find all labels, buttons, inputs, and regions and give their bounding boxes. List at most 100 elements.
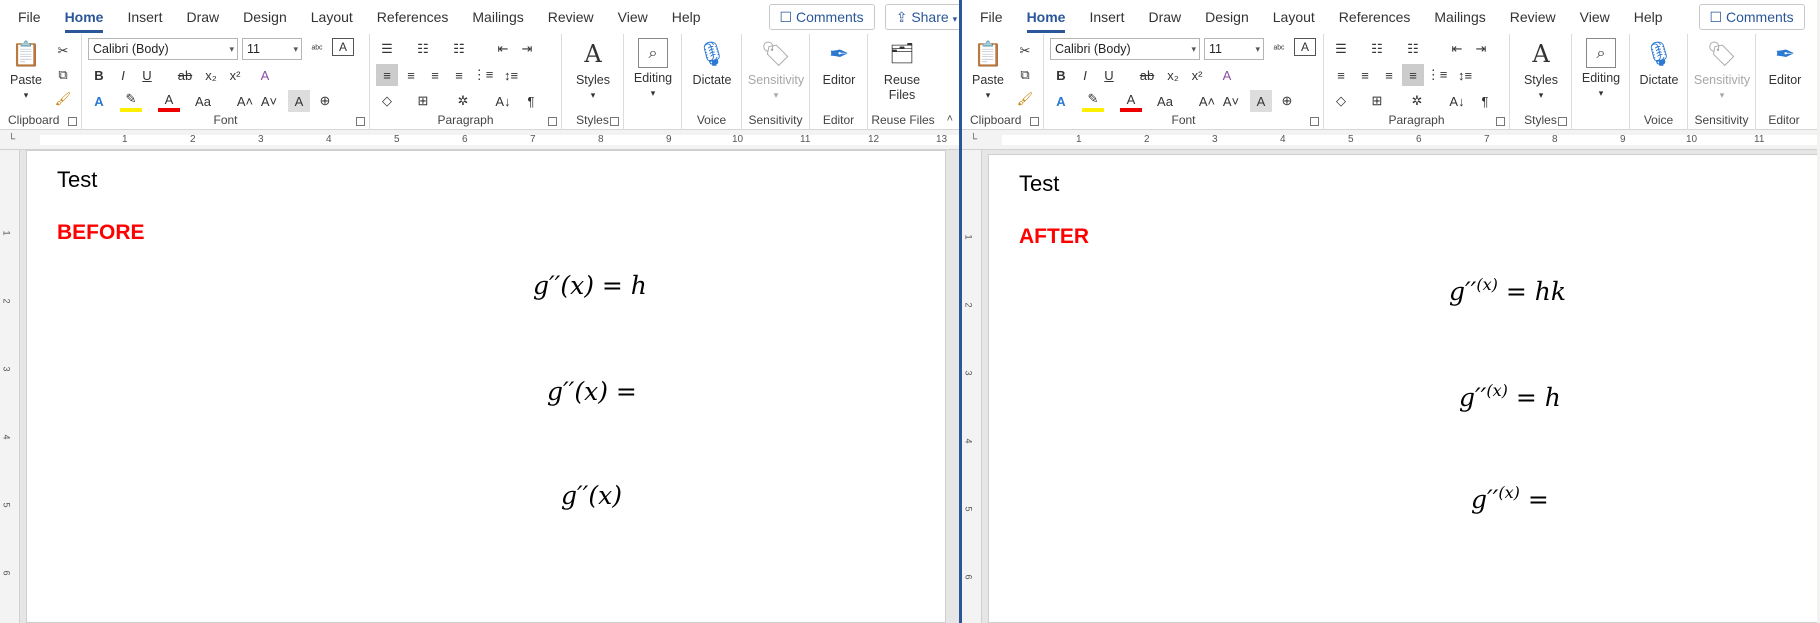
tab-review[interactable]: Review xyxy=(1498,0,1568,34)
bullets-icon[interactable]: ☰ xyxy=(376,38,398,60)
borders-icon[interactable]: ⊞ xyxy=(1366,90,1388,112)
sensitivity-button[interactable]: 🏷 Sensitivity ▾ xyxy=(744,38,808,103)
sort-icon[interactable]: A↓ xyxy=(1446,90,1468,112)
tab-view[interactable]: View xyxy=(1568,0,1622,34)
text-box-icon[interactable]: A xyxy=(332,38,354,56)
reuse-files-button[interactable]: 🗂 Reuse Files xyxy=(874,38,930,103)
bold-icon[interactable]: B xyxy=(1050,64,1072,86)
clear-formatting-icon[interactable]: A xyxy=(1216,64,1238,86)
tab-file[interactable]: File xyxy=(6,0,53,34)
font-color-icon[interactable]: A xyxy=(158,90,180,112)
numbering-icon[interactable]: ☷ xyxy=(1366,38,1388,60)
asian-layout-icon[interactable]: ✲ xyxy=(452,90,474,112)
decrease-indent-icon[interactable]: ⇤ xyxy=(1446,38,1468,60)
tab-mailings[interactable]: Mailings xyxy=(460,0,535,34)
strikethrough-icon[interactable]: ab xyxy=(1136,64,1158,86)
horizontal-ruler[interactable]: └ 1 2 3 4 5 6 7 8 9 10 11 12 13 xyxy=(0,130,959,150)
clear-formatting-icon[interactable]: A xyxy=(254,64,276,86)
tab-help[interactable]: Help xyxy=(1622,0,1675,34)
tab-insert[interactable]: Insert xyxy=(1077,0,1136,34)
collapse-ribbon-icon[interactable]: ˄ xyxy=(947,113,953,125)
increase-indent-icon[interactable]: ⇥ xyxy=(516,38,538,60)
strikethrough-icon[interactable]: ab xyxy=(174,64,196,86)
sensitivity-button[interactable]: 🏷 Sensitivity ▾ xyxy=(1690,38,1754,103)
distributed-icon[interactable]: ⋮≡ xyxy=(1426,64,1448,86)
align-right-icon[interactable]: ≡ xyxy=(1378,64,1400,86)
italic-icon[interactable]: I xyxy=(112,64,134,86)
font-size-menu-icon[interactable]: Aa xyxy=(192,90,214,112)
document-page[interactable]: Test BEFORE g′′(x) = h g′′(x) = g′′(x) xyxy=(26,150,946,623)
tab-home[interactable]: Home xyxy=(53,0,116,34)
superscript-icon[interactable]: x² xyxy=(1186,64,1208,86)
align-center-icon[interactable]: ≡ xyxy=(1354,64,1376,86)
change-case-icon[interactable]: ᵃᵇᶜ xyxy=(1268,38,1290,60)
editing-button[interactable]: ⌕ Editing ▾ xyxy=(1576,38,1626,101)
tab-layout[interactable]: Layout xyxy=(299,0,365,34)
show-marks-icon[interactable]: ¶ xyxy=(520,90,542,112)
styles-button[interactable]: A Styles ▾ xyxy=(1518,38,1564,103)
dictate-button[interactable]: 🎙 Dictate xyxy=(687,38,737,88)
subscript-icon[interactable]: x₂ xyxy=(200,64,222,86)
paragraph-launcher-icon[interactable] xyxy=(548,117,557,126)
underline-icon[interactable]: U xyxy=(136,64,158,86)
shading-icon[interactable]: ◇ xyxy=(376,90,398,112)
cut-icon[interactable]: ✂ xyxy=(52,40,74,62)
tab-selector-icon[interactable]: └ xyxy=(8,134,20,146)
bullets-icon[interactable]: ☰ xyxy=(1330,38,1352,60)
equation-1[interactable]: g′′(x) = hk xyxy=(1449,275,1566,306)
underline-icon[interactable]: U xyxy=(1098,64,1120,86)
highlight-icon[interactable]: ✎ xyxy=(120,90,142,112)
font-launcher-icon[interactable] xyxy=(356,117,365,126)
tab-file[interactable]: File xyxy=(968,0,1015,34)
character-shading-icon[interactable]: A xyxy=(1250,90,1272,112)
styles-launcher-icon[interactable] xyxy=(610,117,619,126)
tab-design[interactable]: Design xyxy=(1193,0,1261,34)
vertical-ruler[interactable]: 1 2 3 4 5 6 xyxy=(0,150,20,623)
editing-button[interactable]: ⌕ Editing ▾ xyxy=(628,38,678,101)
shading-icon[interactable]: ◇ xyxy=(1330,90,1352,112)
tab-draw[interactable]: Draw xyxy=(174,0,231,34)
increase-indent-icon[interactable]: ⇥ xyxy=(1470,38,1492,60)
multilevel-list-icon[interactable]: ☷ xyxy=(448,38,470,60)
font-launcher-icon[interactable] xyxy=(1310,117,1319,126)
distributed-icon[interactable]: ⋮≡ xyxy=(472,64,494,86)
paste-button[interactable]: 📋 Paste ▾ xyxy=(968,38,1008,103)
equation-3[interactable]: g′′(x) xyxy=(561,481,622,510)
dictate-button[interactable]: 🎙 Dictate xyxy=(1634,38,1684,88)
clipboard-launcher-icon[interactable] xyxy=(68,117,77,126)
text-effects-icon[interactable]: A xyxy=(1050,90,1072,112)
font-size-menu-icon[interactable]: Aa xyxy=(1154,90,1176,112)
tab-view[interactable]: View xyxy=(606,0,660,34)
equation-2[interactable]: g′′(x) = h xyxy=(1459,381,1561,412)
enclose-character-icon[interactable]: ⊕ xyxy=(314,90,336,112)
format-painter-icon[interactable]: 🖌 xyxy=(1014,88,1036,110)
grow-font-icon[interactable]: A˄ xyxy=(1196,90,1218,112)
editor-button[interactable]: ✒ Editor xyxy=(814,38,864,88)
equation-1[interactable]: g′′(x) = h xyxy=(533,271,647,300)
font-size-combo[interactable]: 11 ▾ xyxy=(1204,38,1264,60)
comments-button[interactable]: ☐ Comments xyxy=(768,4,875,30)
tab-review[interactable]: Review xyxy=(536,0,606,34)
tab-home[interactable]: Home xyxy=(1015,0,1078,34)
show-marks-icon[interactable]: ¶ xyxy=(1474,90,1496,112)
shrink-font-icon[interactable]: A˅ xyxy=(1220,90,1242,112)
font-color-icon[interactable]: A xyxy=(1120,90,1142,112)
justify-icon[interactable]: ≡ xyxy=(448,64,470,86)
subscript-icon[interactable]: x₂ xyxy=(1162,64,1184,86)
paragraph-launcher-icon[interactable] xyxy=(1496,117,1505,126)
tab-selector-icon[interactable]: └ xyxy=(970,134,982,146)
styles-button[interactable]: A Styles ▾ xyxy=(570,38,616,103)
tab-insert[interactable]: Insert xyxy=(115,0,174,34)
paste-button[interactable]: 📋 Paste ▾ xyxy=(6,38,46,103)
superscript-icon[interactable]: x² xyxy=(224,64,246,86)
document-page[interactable]: Test AFTER g′′(x) = hk g′′(x) = h g′′(x)… xyxy=(988,154,1817,623)
tab-draw[interactable]: Draw xyxy=(1136,0,1193,34)
align-center-icon[interactable]: ≡ xyxy=(400,64,422,86)
bold-icon[interactable]: B xyxy=(88,64,110,86)
comments-button[interactable]: ☐ Comments xyxy=(1698,4,1805,30)
enclose-character-icon[interactable]: ⊕ xyxy=(1276,90,1298,112)
font-name-combo[interactable]: Calibri (Body) ▾ xyxy=(88,38,238,60)
copy-icon[interactable]: ⧉ xyxy=(52,64,74,86)
tab-layout[interactable]: Layout xyxy=(1261,0,1327,34)
cut-icon[interactable]: ✂ xyxy=(1014,40,1036,62)
